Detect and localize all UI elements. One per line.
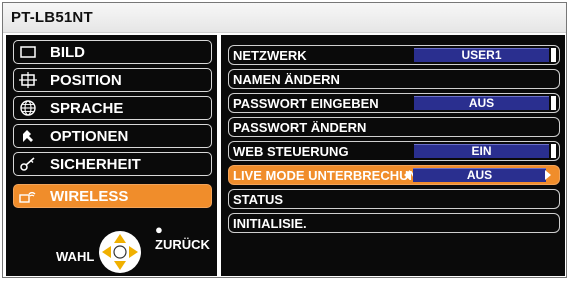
setting-passwort-eingeben[interactable]: PASSWORT EINGEBEN AUS: [228, 93, 560, 113]
title-bar: PT-LB51NT: [3, 3, 566, 33]
setting-label: NAMEN ÄNDERN: [233, 72, 340, 87]
menu-item-sprache[interactable]: SPRACHE: [13, 96, 212, 120]
value-cap: [551, 96, 556, 110]
menu-item-bild[interactable]: BILD: [13, 40, 212, 64]
projector-menu-window: PT-LB51NT BILD POSITION SPRACHE OPTIONEN…: [2, 2, 567, 278]
setting-netzwerk[interactable]: NETZWERK USER1: [228, 45, 560, 65]
setting-label: LIVE MODE UNTERBRECHUNG: [233, 168, 429, 183]
setting-status[interactable]: STATUS: [228, 189, 560, 209]
setting-label: NETZWERK: [233, 48, 307, 63]
menu-item-label: BILD: [50, 44, 85, 61]
menu-item-position[interactable]: POSITION: [13, 68, 212, 92]
main-menu-panel: BILD POSITION SPRACHE OPTIONEN SICHERHEI…: [6, 35, 217, 276]
value-cap: [551, 144, 556, 158]
setting-value: USER1: [414, 48, 549, 62]
menu-item-label: SPRACHE: [50, 100, 124, 117]
setting-label: INITIALISIE.: [233, 216, 307, 231]
menu-item-label: POSITION: [50, 72, 122, 89]
setting-namen-aendern[interactable]: NAMEN ÄNDERN: [228, 69, 560, 89]
back-hint-label: ● ZURÜCK: [155, 222, 210, 252]
setting-passwort-aendern[interactable]: PASSWORT ÄNDERN: [228, 117, 560, 137]
globe-icon: [20, 100, 36, 116]
wireless-submenu-panel: NETZWERK USER1 NAMEN ÄNDERN PASSWORT EIN…: [221, 35, 565, 276]
arrow-left-icon[interactable]: [404, 170, 410, 180]
key-icon: [20, 157, 35, 171]
wireless-icon: [19, 191, 36, 203]
value-cap: [551, 48, 556, 62]
setting-label: PASSWORT ÄNDERN: [233, 120, 367, 135]
setting-label: PASSWORT EINGEBEN: [233, 96, 379, 111]
setting-value: EIN: [414, 144, 549, 158]
setting-label: STATUS: [233, 192, 284, 207]
menu-item-label: WIRELESS: [50, 188, 129, 205]
setting-initialisie[interactable]: INITIALISIE.: [228, 213, 560, 233]
setting-value: AUS: [414, 96, 549, 110]
dpad-icon: [99, 231, 141, 273]
menu-item-wireless[interactable]: WIRELESS: [13, 184, 212, 208]
setting-value: AUS: [413, 168, 546, 182]
picture-icon: [20, 46, 36, 58]
options-icon: [23, 130, 33, 142]
menu-item-sicherheit[interactable]: SICHERHEIT: [13, 152, 212, 176]
menu-item-label: SICHERHEIT: [50, 156, 141, 173]
menu-item-label: OPTIONEN: [50, 128, 129, 145]
setting-live-mode-unterbrechung[interactable]: LIVE MODE UNTERBRECHUNG AUS: [228, 165, 560, 185]
setting-web-steuerung[interactable]: WEB STEUERUNG EIN: [228, 141, 560, 161]
arrow-right-icon[interactable]: [545, 170, 551, 180]
menu-item-optionen[interactable]: OPTIONEN: [13, 124, 212, 148]
position-icon: [19, 72, 37, 88]
back-hint-text: ZURÜCK: [155, 237, 210, 252]
model-title: PT-LB51NT: [11, 9, 93, 26]
setting-label: WEB STEUERUNG: [233, 144, 349, 159]
select-hint-label: WAHL: [56, 249, 95, 264]
